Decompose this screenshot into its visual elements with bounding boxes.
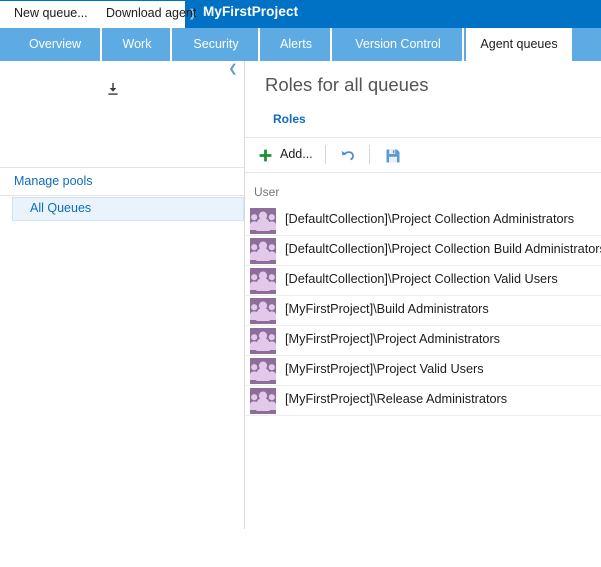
user-name: [MyFirstProject]\Build Administrators bbox=[285, 302, 489, 316]
main-tab-strip: Overview Work Security Alerts Version Co… bbox=[0, 28, 601, 61]
plus-icon[interactable] bbox=[259, 149, 272, 162]
table-row[interactable]: [DefaultCollection]\Project Collection B… bbox=[245, 236, 601, 266]
table-row[interactable]: [DefaultCollection]\Project Collection V… bbox=[245, 266, 601, 296]
user-name: [MyFirstProject]\Project Valid Users bbox=[285, 362, 484, 376]
add-button[interactable]: Add... bbox=[280, 147, 313, 161]
grid-header: User bbox=[245, 184, 601, 206]
manage-pools-section: Manage pools bbox=[0, 169, 244, 196]
download-icon bbox=[108, 83, 118, 95]
sidebar-item-label: All Queues bbox=[30, 201, 92, 215]
chevron-left-icon[interactable]: ❮ bbox=[225, 61, 241, 77]
user-name: [DefaultCollection]\Project Collection V… bbox=[285, 272, 558, 286]
tab-agent-queues[interactable]: Agent queues bbox=[466, 28, 574, 61]
group-avatar-icon bbox=[250, 358, 276, 384]
table-row[interactable]: [MyFirstProject]\Project Administrators bbox=[245, 326, 601, 356]
user-name: [MyFirstProject]\Project Administrators bbox=[285, 332, 501, 346]
table-row[interactable]: [MyFirstProject]\Project Valid Users bbox=[245, 356, 601, 386]
download-agent-button[interactable]: Download agent bbox=[106, 6, 196, 20]
tab-work[interactable]: Work bbox=[104, 28, 172, 61]
tab-version-control[interactable]: Version Control bbox=[334, 28, 464, 61]
table-row[interactable]: [MyFirstProject]\Build Administrators bbox=[245, 296, 601, 326]
save-icon[interactable] bbox=[385, 148, 401, 164]
user-name: [MyFirstProject]\Release Administrators bbox=[285, 392, 508, 406]
undo-icon[interactable] bbox=[340, 148, 356, 164]
page-title: MyFirstProject bbox=[203, 4, 299, 19]
column-header-user: User bbox=[254, 185, 280, 199]
group-avatar-icon bbox=[250, 328, 276, 354]
content-panel: Roles for all queues Roles Add... User [… bbox=[245, 61, 601, 529]
content-toolbar: Add... bbox=[245, 137, 601, 173]
content-title: Roles for all queues bbox=[265, 74, 429, 95]
app-header-bar: ❱ MyFirstProject bbox=[0, 0, 601, 28]
tab-alerts[interactable]: Alerts bbox=[262, 28, 332, 61]
table-row[interactable]: [MyFirstProject]\Release Administrators bbox=[245, 386, 601, 416]
table-row[interactable]: [DefaultCollection]\Project Collection A… bbox=[245, 206, 601, 236]
group-avatar-icon bbox=[250, 238, 276, 264]
toolbar-separator bbox=[325, 145, 326, 164]
group-avatar-icon bbox=[250, 208, 276, 234]
manage-pools-link[interactable]: Manage pools bbox=[14, 174, 93, 188]
new-queue-button[interactable]: New queue... bbox=[14, 6, 88, 20]
group-avatar-icon bbox=[250, 298, 276, 324]
group-avatar-icon bbox=[250, 268, 276, 294]
tab-security[interactable]: Security bbox=[174, 28, 260, 61]
group-avatar-icon bbox=[250, 388, 276, 414]
user-name: [DefaultCollection]\Project Collection B… bbox=[285, 242, 601, 256]
toolbar-separator bbox=[369, 145, 370, 164]
user-name: [DefaultCollection]\Project Collection A… bbox=[285, 212, 575, 226]
left-panel-toolbar bbox=[0, 137, 244, 168]
left-panel: Manage pools All Queues bbox=[0, 61, 244, 529]
tab-overview[interactable]: Overview bbox=[10, 28, 102, 61]
tab-roles[interactable]: Roles bbox=[273, 112, 306, 126]
sidebar-item-all-queues[interactable]: All Queues bbox=[12, 197, 244, 221]
roles-grid: [DefaultCollection]\Project Collection A… bbox=[245, 206, 601, 416]
